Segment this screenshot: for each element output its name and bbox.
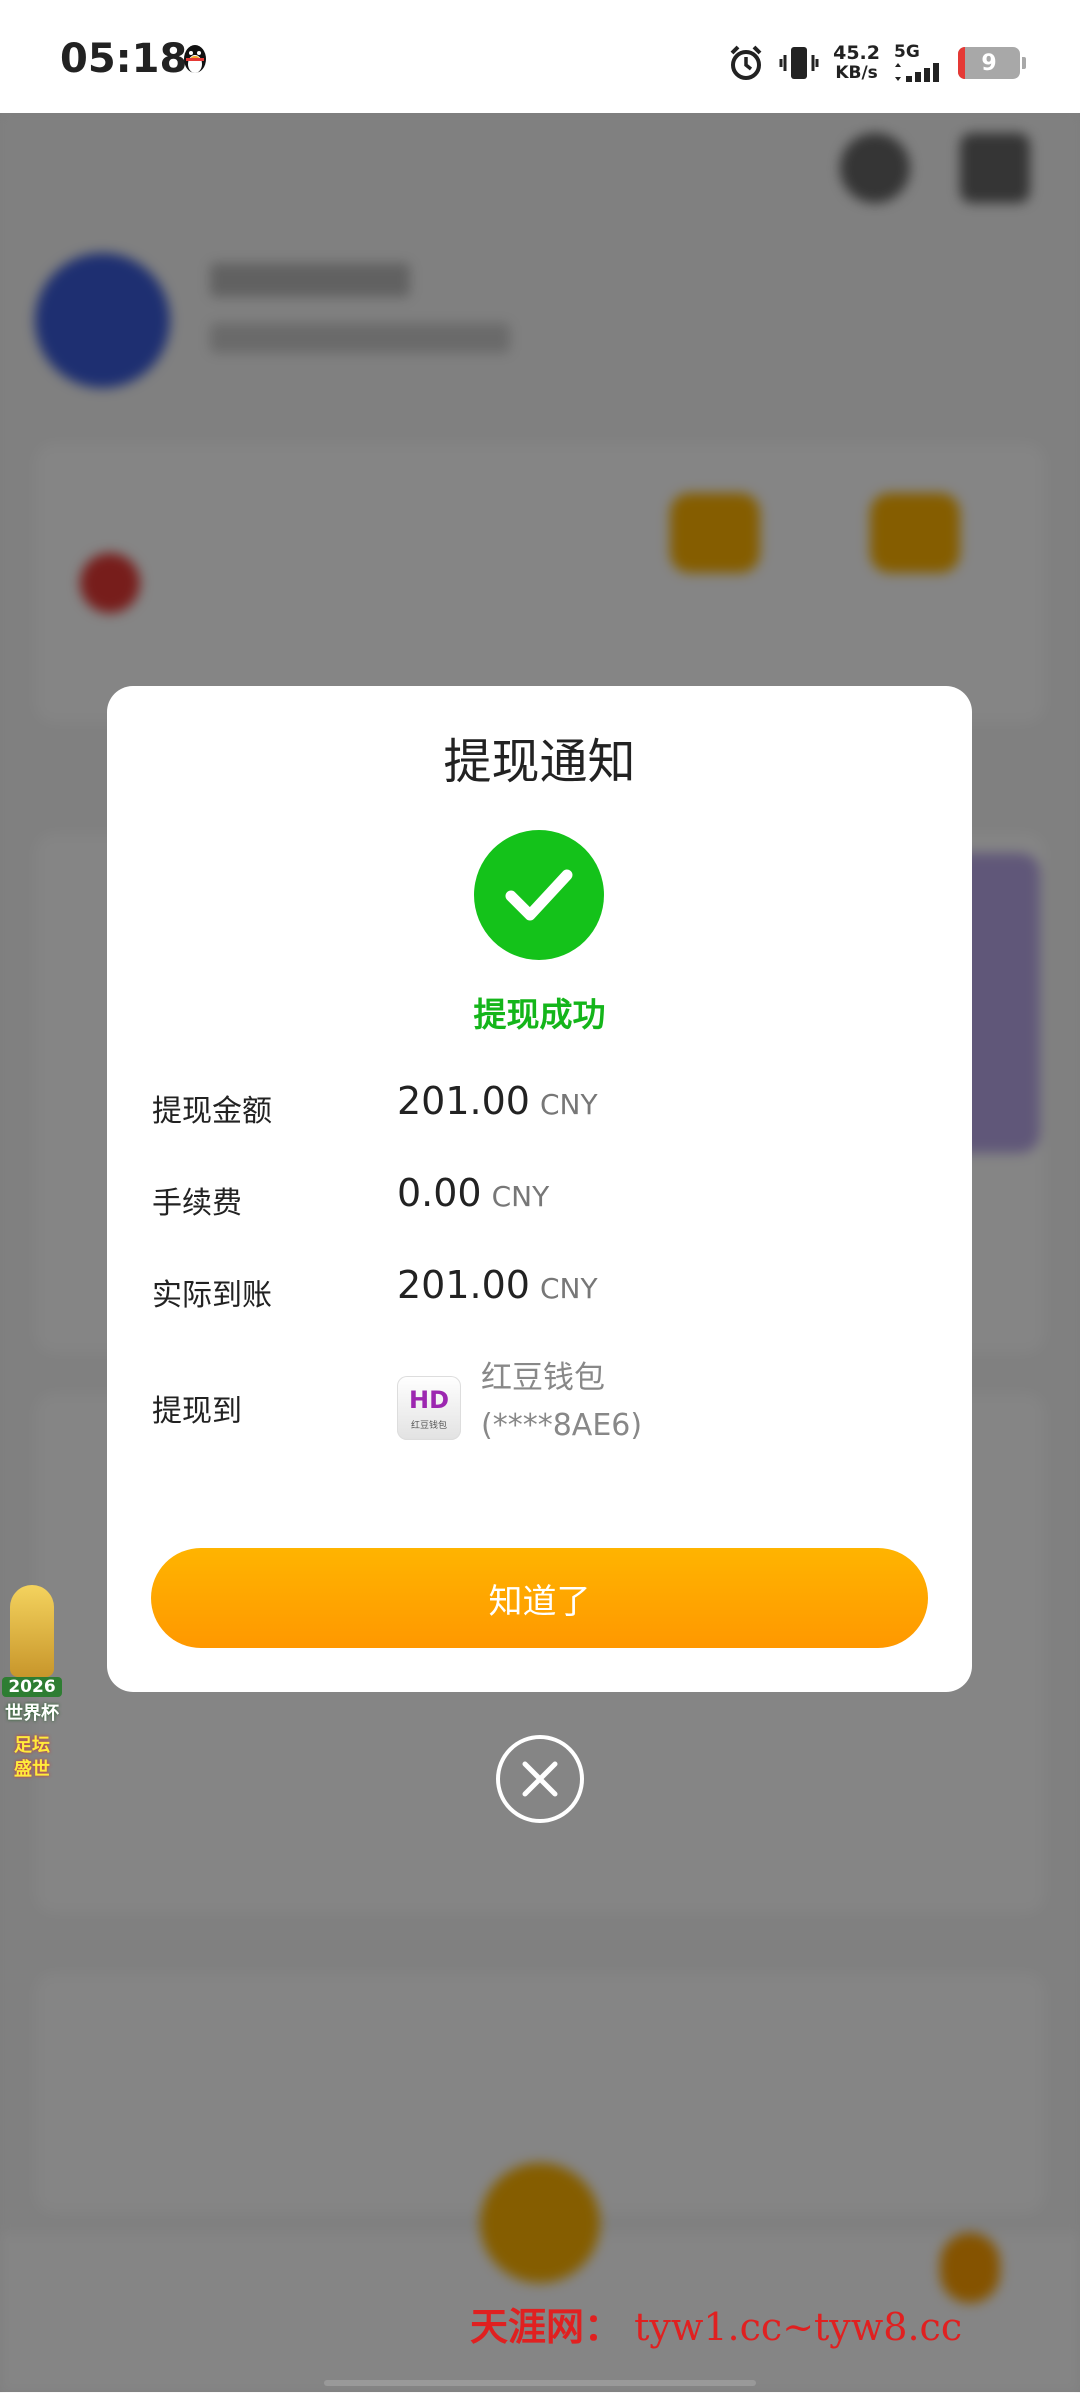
close-icon <box>522 1761 558 1797</box>
amount-value: 201.00 <box>397 1079 530 1123</box>
confirm-button[interactable]: 知道了 <box>151 1548 928 1648</box>
world-cup-slogan-line1: 足坛 <box>14 1735 50 1756</box>
vibrate-icon <box>779 47 819 79</box>
status-icons: 45.2 KB/s 5G 9 <box>727 38 1026 88</box>
amount-unit: CNY <box>539 1088 598 1121</box>
network-type: 5G <box>894 42 920 62</box>
wallet-name: 红豆钱包 <box>481 1360 605 1396</box>
success-check-icon <box>474 830 604 960</box>
dialog-title: 提现通知 <box>443 734 636 790</box>
world-cup-year: 2026 <box>2 1677 62 1697</box>
battery-icon: 9 <box>958 47 1026 79</box>
actual-received-value: 201.00 <box>397 1263 530 1307</box>
network-speed: 45.2 KB/s <box>833 43 880 83</box>
cellular-signal: 5G <box>894 43 944 83</box>
fee-unit: CNY <box>491 1180 550 1213</box>
fee-label: 手续费 <box>152 1186 242 1221</box>
network-speed-value: 45.2 <box>833 42 880 64</box>
amount-label: 提现金额 <box>152 1094 272 1129</box>
trophy-icon <box>10 1585 54 1677</box>
fee-value-group: 0.00 CNY <box>397 1171 549 1215</box>
watermark-domains: tyw1.cc~tyw8.cc <box>634 2305 963 2349</box>
status-bar: 05:18 45.2 KB/s 5G 9 <box>0 0 1080 113</box>
status-time: 05:18 <box>60 36 188 82</box>
world-cup-title: 世界杯 <box>5 1703 59 1724</box>
watermark: 天涯网： tyw1.cc~tyw8.cc <box>470 2296 962 2351</box>
success-status-text: 提现成功 <box>473 995 606 1034</box>
home-indicator[interactable] <box>324 2380 756 2386</box>
close-dialog-button[interactable] <box>496 1735 584 1823</box>
destination-label: 提现到 <box>152 1394 242 1429</box>
watermark-site-name: 天涯网： <box>470 2304 623 2349</box>
withdrawal-notification-dialog: 提现通知 提现成功 提现金额 201.00 CNY 手续费 0.00 CNY 实际到… <box>107 686 972 1692</box>
actual-received-unit: CNY <box>539 1272 598 1305</box>
network-speed-unit: KB/s <box>835 63 878 83</box>
signal-icon <box>895 63 939 82</box>
world-cup-slogan-line2: 盛世 <box>14 1759 50 1780</box>
actual-received-label: 实际到账 <box>152 1278 272 1313</box>
wallet-logo-subtext: 红豆钱包 <box>410 1421 447 1431</box>
wallet-logo-icon: HD 红豆钱包 <box>397 1376 461 1440</box>
world-cup-badge[interactable]: 2026 世界杯 足坛 盛世 <box>0 1585 64 1785</box>
fee-value: 0.00 <box>397 1171 482 1215</box>
wallet-account: (****8AE6) <box>481 1408 643 1443</box>
amount-value-group: 201.00 CNY <box>397 1079 598 1123</box>
alarm-icon <box>730 45 762 80</box>
battery-level: 9 <box>981 50 997 76</box>
qq-penguin-icon <box>184 45 206 73</box>
wallet-logo-text: HD <box>408 1386 449 1414</box>
actual-received-value-group: 201.00 CNY <box>397 1263 598 1307</box>
